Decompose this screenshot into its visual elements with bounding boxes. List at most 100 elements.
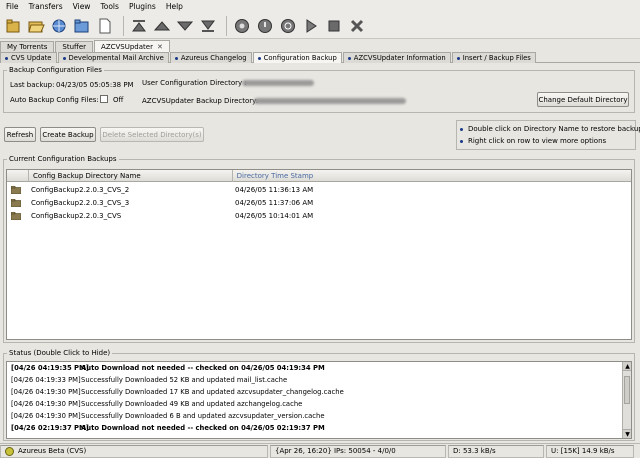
log-text: Successfully Downloaded 6 B and updated …	[81, 412, 325, 420]
backup-dir-label: AZCVSUpdater Backup Directory:	[142, 97, 259, 105]
subtab-label: Developmental Mail Archive	[68, 54, 164, 62]
menu-plugins[interactable]: Plugins	[129, 2, 156, 11]
log-line: [04/26 04:19:30 PM]Successfully Download…	[11, 412, 325, 420]
open-url-icon[interactable]	[49, 16, 69, 36]
subtab-label: Azureus Changelog	[180, 54, 247, 62]
status-bar: Azureus Beta (CVS) {Apr 26, 16:20} IPs: …	[0, 443, 640, 458]
redacted-user-config-path	[242, 80, 314, 86]
backups-table: Config Backup Directory Name Directory T…	[6, 169, 632, 340]
app-version: Azureus Beta (CVS)	[18, 447, 87, 455]
upload-speed[interactable]: U: [15K] 14.9 kB/s	[546, 444, 634, 458]
folder-icon	[11, 186, 21, 194]
menu-help[interactable]: Help	[166, 2, 183, 11]
remove-icon[interactable]	[347, 16, 367, 36]
hint-restore: Double click on Directory Name to restor…	[460, 125, 640, 133]
create-backup-button[interactable]: Create Backup	[40, 127, 96, 142]
subtab-mail-archive[interactable]: Developmental Mail Archive	[57, 52, 169, 63]
scroll-up-icon[interactable]: ▲	[623, 362, 631, 371]
auto-backup-state: Off	[113, 96, 124, 104]
hint-text: Right click on row to view more options	[468, 137, 607, 145]
column-icon[interactable]	[7, 170, 29, 182]
log-line: [04/26 04:19:35 PM]Auto Download not nee…	[11, 364, 325, 372]
table-row[interactable]: ConfigBackup2.2.0.3_CVS 04/26/05 10:14:0…	[7, 210, 631, 222]
table-header: Config Backup Directory Name Directory T…	[7, 170, 631, 182]
log-time: [04/26 04:19:30 PM]	[11, 388, 81, 396]
toolbar-separator	[123, 15, 124, 36]
bullet-icon	[62, 56, 66, 60]
menu-view[interactable]: View	[73, 2, 91, 11]
menu-bar: File Transfers View Tools Plugins Help	[0, 0, 640, 13]
play-icon[interactable]	[301, 16, 321, 36]
column-time-stamp[interactable]: Directory Time Stamp	[233, 170, 631, 182]
tab-my-torrents[interactable]: My Torrents	[0, 41, 55, 52]
log-time: [04/26 04:19:35 PM]	[11, 364, 89, 372]
user-config-dir-label: User Configuration Directory :	[142, 79, 247, 87]
menu-transfers[interactable]: Transfers	[29, 2, 63, 11]
open-file-icon[interactable]	[3, 16, 23, 36]
subtab-configuration-backup[interactable]: Configuration Backup	[252, 52, 342, 63]
table-row[interactable]: ConfigBackup2.2.0.3_CVS_3 04/26/05 11:37…	[7, 197, 631, 209]
subtab-label: Insert / Backup Files	[462, 54, 531, 62]
subtab-changelog[interactable]: Azureus Changelog	[169, 52, 252, 63]
tab-label: Stuffer	[62, 43, 87, 51]
table-row[interactable]: ConfigBackup2.2.0.3_CVS_2 04/26/05 11:36…	[7, 184, 631, 196]
toolbar-separator	[226, 15, 227, 36]
subtab-label: CVS Update	[11, 54, 52, 62]
network-status: {Apr 26, 16:20} IPs: 50054 - 4/0/0	[270, 444, 446, 458]
column-directory-name[interactable]: Config Backup Directory Name	[29, 170, 233, 182]
queue-icon[interactable]	[278, 16, 298, 36]
stop-icon[interactable]	[324, 16, 344, 36]
tab-azcvsupdater[interactable]: AZCVSUpdater ✕	[94, 40, 170, 52]
tab-label: My Torrents	[7, 43, 48, 51]
tab-label: AZCVSUpdater	[101, 42, 153, 51]
log-text: Auto Download not needed -- checked on 0…	[81, 424, 325, 432]
auto-backup-checkbox[interactable]	[100, 95, 108, 103]
open-torrent-icon[interactable]	[72, 16, 92, 36]
open-folder-icon[interactable]	[26, 16, 46, 36]
run-icon[interactable]	[232, 16, 252, 36]
upload-text: U: [15K] 14.9 kB/s	[551, 447, 615, 455]
folder-icon	[11, 199, 21, 207]
start-icon[interactable]	[255, 16, 275, 36]
change-default-directory-button[interactable]: Change Default Directory	[537, 92, 629, 107]
log-line: [04/26 02:19:37 PM]Auto Download not nee…	[11, 424, 325, 432]
group-title: Current Configuration Backups	[7, 155, 119, 163]
app-status[interactable]: Azureus Beta (CVS)	[0, 444, 268, 458]
log-text: Successfully Downloaded 49 KB and update…	[81, 400, 303, 408]
bullet-icon	[257, 56, 261, 60]
scroll-thumb[interactable]	[624, 376, 630, 404]
menu-file[interactable]: File	[6, 2, 19, 11]
status-log[interactable]: [04/26 04:19:35 PM]Auto Download not nee…	[6, 361, 632, 439]
close-icon[interactable]: ✕	[157, 43, 163, 51]
move-down-icon[interactable]	[175, 16, 195, 36]
subtab-cvs-update[interactable]: CVS Update	[0, 52, 57, 63]
backup-timestamp: 04/26/05 11:37:06 AM	[235, 199, 314, 207]
log-time: [04/26 04:19:30 PM]	[11, 412, 81, 420]
log-scrollbar[interactable]: ▲ ▼	[622, 362, 631, 438]
move-bottom-icon[interactable]	[198, 16, 218, 36]
bullet-icon	[456, 56, 460, 60]
auto-backup-label: Auto Backup Config Files:	[10, 96, 99, 104]
new-torrent-icon[interactable]	[95, 16, 115, 36]
tab-stuffer[interactable]: Stuffer	[55, 41, 94, 52]
move-top-icon[interactable]	[129, 16, 149, 36]
menu-tools[interactable]: Tools	[100, 2, 118, 11]
move-up-icon[interactable]	[152, 16, 172, 36]
subtab-insert-backup-files[interactable]: Insert / Backup Files	[451, 52, 536, 63]
refresh-button[interactable]: Refresh	[4, 127, 36, 142]
log-line: [04/26 04:19:30 PM]Successfully Download…	[11, 388, 344, 396]
backup-name: ConfigBackup2.2.0.3_CVS_2	[31, 186, 130, 194]
delete-selected-button[interactable]: Delete Selected Directory(s)	[100, 127, 204, 142]
bullet-icon	[460, 127, 463, 131]
log-time: [04/26 04:19:30 PM]	[11, 400, 81, 408]
log-text: Successfully Downloaded 17 KB and update…	[81, 388, 344, 396]
scroll-down-icon[interactable]: ▼	[623, 429, 631, 438]
redacted-backup-dir-path	[254, 98, 406, 104]
log-text: Auto Download not needed -- checked on 0…	[81, 364, 325, 372]
log-text: Successfully Downloaded 52 KB and update…	[81, 376, 288, 384]
group-title: Status (Double Click to Hide)	[7, 349, 113, 357]
folder-icon	[11, 212, 21, 220]
download-speed[interactable]: D: 53.3 kB/s	[448, 444, 544, 458]
subtab-updater-information[interactable]: AZCVSUpdater Information	[342, 52, 451, 63]
log-line: [04/26 04:19:30 PM]Successfully Download…	[11, 400, 302, 408]
